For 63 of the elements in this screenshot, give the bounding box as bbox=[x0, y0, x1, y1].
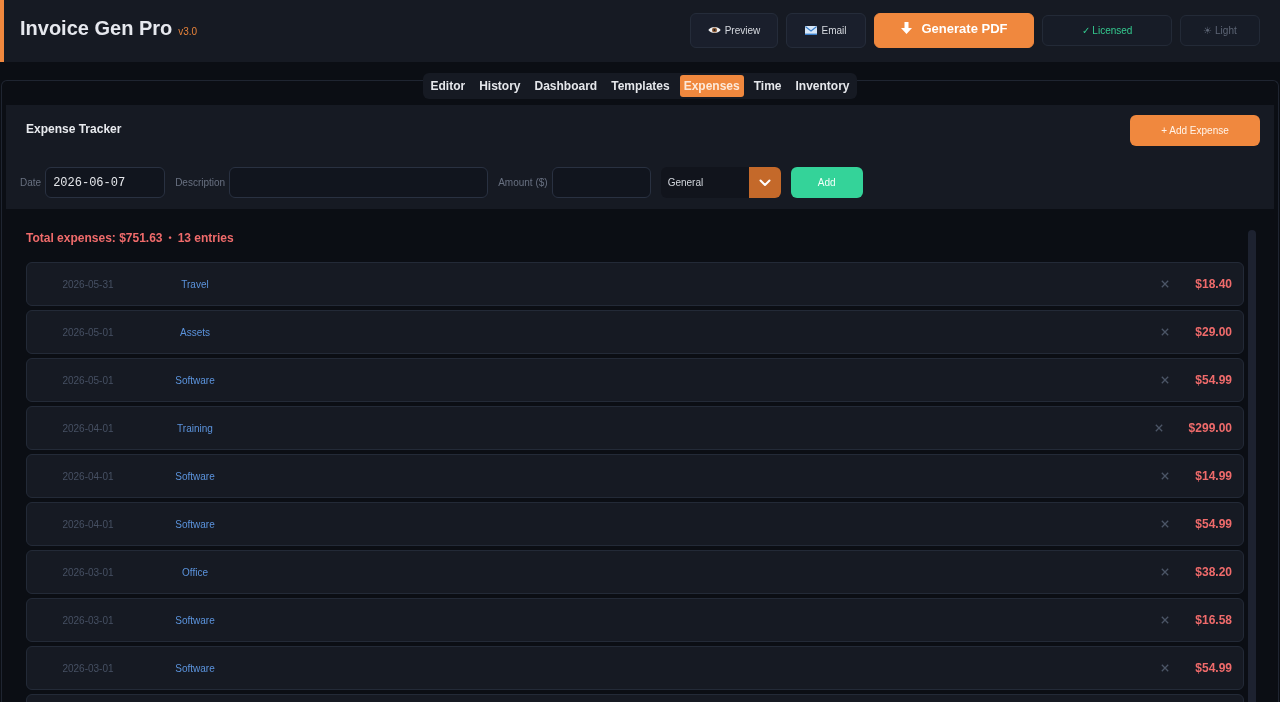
description-field[interactable] bbox=[229, 167, 489, 198]
section-title: Expense Tracker bbox=[26, 122, 122, 136]
cross-icon[interactable] bbox=[1161, 520, 1170, 528]
cross-icon[interactable] bbox=[1161, 472, 1170, 480]
expense-amount: $38.20 bbox=[1195, 565, 1232, 579]
expense-amount: $16.58 bbox=[1195, 613, 1232, 627]
expense-category: Software bbox=[174, 518, 216, 530]
email-button[interactable]: Email bbox=[786, 12, 866, 48]
expense-category: Software bbox=[174, 374, 216, 386]
eye-icon bbox=[707, 26, 721, 34]
field-label: Date bbox=[20, 177, 42, 188]
expense-category: Software bbox=[174, 614, 216, 626]
field-label: Amount ($) bbox=[498, 177, 548, 188]
expense-category: Software bbox=[174, 662, 216, 674]
expense-category: Training bbox=[176, 422, 214, 434]
cross-icon[interactable] bbox=[1161, 376, 1170, 384]
category-select[interactable]: General bbox=[660, 167, 781, 198]
expense-date: 2026-03-01 bbox=[61, 566, 115, 578]
expense-category: Software bbox=[174, 470, 216, 482]
expense-amount: $54.99 bbox=[1195, 517, 1232, 531]
tab[interactable]: Dashboard bbox=[530, 75, 602, 97]
expense-date: 2026-03-01 bbox=[61, 662, 115, 674]
expense-date: 2026-04-01 bbox=[61, 470, 115, 482]
date-field[interactable]: 2026-06-07 bbox=[45, 167, 166, 198]
cross-icon[interactable] bbox=[1161, 328, 1170, 336]
app-title: Invoice Gen Pro bbox=[20, 16, 173, 40]
field-label: Description bbox=[175, 177, 226, 188]
expense-amount: $14.99 bbox=[1195, 469, 1232, 483]
license-button[interactable]: ✓ Licensed bbox=[1042, 14, 1172, 46]
expense-category: Travel bbox=[180, 278, 210, 290]
cross-icon[interactable] bbox=[1154, 424, 1163, 432]
tab[interactable]: Editor bbox=[426, 75, 470, 97]
expense-date: 2026-04-01 bbox=[61, 422, 115, 434]
scrollbar[interactable] bbox=[1248, 230, 1256, 702]
expense-date: 2026-05-01 bbox=[61, 326, 115, 338]
cross-icon[interactable] bbox=[1161, 664, 1170, 672]
expense-amount: $54.99 bbox=[1195, 661, 1232, 675]
cross-icon[interactable] bbox=[1161, 568, 1170, 576]
expense-date: 2026-05-01 bbox=[61, 374, 115, 386]
expense-amount: $18.40 bbox=[1195, 277, 1232, 291]
expense-category: Assets bbox=[179, 326, 211, 338]
separator: • bbox=[168, 232, 172, 245]
version-label: v3.0 bbox=[178, 26, 198, 37]
preview-button[interactable]: Preview bbox=[690, 12, 778, 48]
expense-date: 2026-03-01 bbox=[61, 614, 115, 626]
tab[interactable]: Time bbox=[749, 75, 786, 97]
expense-amount: $54.99 bbox=[1195, 373, 1232, 387]
tab[interactable]: Templates bbox=[607, 75, 674, 97]
cross-icon[interactable] bbox=[1161, 280, 1170, 288]
tab[interactable]: History bbox=[475, 75, 525, 97]
arrow-down-icon bbox=[900, 22, 912, 34]
expense-date: 2026-05-31 bbox=[61, 278, 115, 290]
tab[interactable]: Inventory bbox=[791, 75, 854, 97]
expense-date: 2026-04-01 bbox=[61, 518, 115, 530]
entry-count: 13 entries bbox=[177, 231, 234, 245]
amount-field[interactable] bbox=[551, 167, 651, 198]
expense-amount: $299.00 bbox=[1188, 421, 1232, 435]
expense-category: Office bbox=[181, 566, 209, 578]
envelope-icon bbox=[805, 25, 818, 35]
total-expenses: Total expenses: $751.63 bbox=[26, 231, 163, 245]
cross-icon[interactable] bbox=[1161, 616, 1170, 624]
chevron-down-icon[interactable] bbox=[748, 167, 781, 198]
expense-amount: $29.00 bbox=[1195, 325, 1232, 339]
